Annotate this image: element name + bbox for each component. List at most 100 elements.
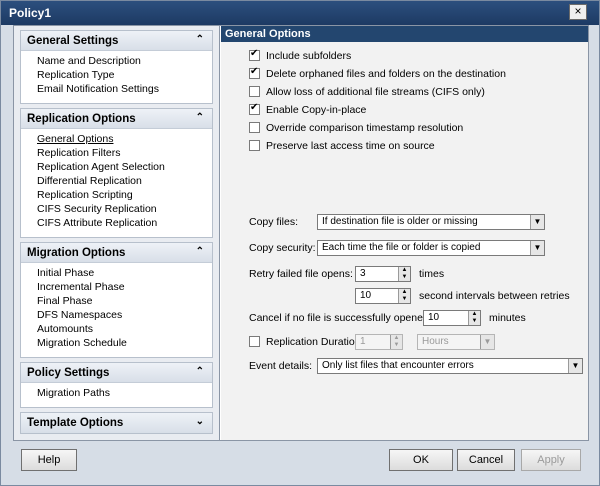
checkbox-box[interactable] [249,48,260,61]
cancel-button[interactable]: Cancel [457,449,515,471]
preserve-access-time-checkbox[interactable]: Preserve last access time on source [249,140,435,156]
sidebar-item-dfs-namespaces[interactable]: DFS Namespaces [21,309,212,323]
section-header[interactable]: Policy Settings ⌃ [21,363,212,383]
section-title: Policy Settings [27,367,110,379]
retry-times-unit: times [419,268,445,280]
event-details-select[interactable]: Only list files that encounter errors ▼ [317,358,583,374]
sidebar-item-migration-schedule[interactable]: Migration Schedule [21,337,212,351]
expand-chevron-icon[interactable]: ⌄ [196,416,204,427]
select-value: Each time the file or folder is copied [322,242,481,253]
dropdown-arrow-icon[interactable]: ▼ [530,241,544,255]
collapse-chevron-icon[interactable]: ⌃ [196,246,204,257]
retry-interval-stepper[interactable]: 10 ▲ ▼ [355,288,411,304]
section-title: Migration Options [27,247,126,259]
checkbox-box[interactable] [249,66,260,79]
retry-times-stepper[interactable]: 3 ▲ ▼ [355,266,411,282]
include-subfolders-checkbox[interactable]: Include subfolders [249,48,352,66]
section-template-options: Template Options ⌄ [20,412,213,434]
stepper-value: 10 [428,312,440,323]
sidebar-item-name-and-description[interactable]: Name and Description [21,55,212,69]
dropdown-arrow-icon[interactable]: ▼ [568,359,582,373]
ok-button[interactable]: OK [389,449,453,471]
section-title: Template Options [27,417,124,429]
checkbox-label: Override comparison timestamp resolution [266,122,464,134]
enable-copy-in-place-checkbox[interactable]: Enable Copy-in-place [249,102,367,120]
stepper-value: 10 [360,290,372,301]
sidebar-item-initial-phase[interactable]: Initial Phase [21,267,212,281]
copy-security-select[interactable]: Each time the file or folder is copied ▼ [317,240,545,256]
help-button[interactable]: Help [21,449,77,471]
checkbox-label: Replication Duration [266,336,361,348]
cancel-label: Cancel if no file is successfully opened… [249,312,440,324]
stepper-arrows-icon[interactable]: ▲ ▼ [398,267,410,281]
copy-security-label: Copy security: [249,242,316,254]
checkbox-label: Include subfolders [266,50,352,62]
checkbox-box[interactable] [249,122,260,133]
select-value: Only list files that encounter errors [322,360,474,371]
replication-duration-checkbox[interactable]: Replication Duration [249,336,361,352]
checkbox-box[interactable] [249,140,260,151]
duration-unit-select[interactable]: Hours ▼ [417,334,495,350]
collapse-chevron-icon[interactable]: ⌃ [196,34,204,45]
sidebar-item-replication-type[interactable]: Replication Type [21,69,212,83]
dropdown-arrow-icon[interactable]: ▼ [480,335,494,349]
sidebar-item-general-options[interactable]: General Options [21,133,212,147]
checkbox-box[interactable] [249,86,260,97]
checkbox-label: Allow loss of additional file streams (C… [266,86,485,98]
select-value: If destination file is older or missing [322,216,478,227]
stepper-arrows-icon[interactable]: ▲ ▼ [468,311,480,325]
stepper-arrows-icon[interactable]: ▲ ▼ [398,289,410,303]
dialog-content: General Settings ⌃ Name and Description … [13,25,589,441]
dropdown-arrow-icon[interactable]: ▼ [530,215,544,229]
stepper-value: 3 [360,268,366,279]
collapse-chevron-icon[interactable]: ⌃ [196,366,204,377]
sidebar-item-replication-scripting[interactable]: Replication Scripting [21,189,212,203]
checkbox-label: Enable Copy-in-place [266,104,367,116]
checkbox-box[interactable] [249,336,260,347]
apply-button[interactable]: Apply [521,449,581,471]
checkbox-label: Preserve last access time on source [266,140,435,152]
sidebar-item-incremental-phase[interactable]: Incremental Phase [21,281,212,295]
sidebar-item-replication-agent-selection[interactable]: Replication Agent Selection [21,161,212,175]
allow-loss-streams-checkbox[interactable]: Allow loss of additional file streams (C… [249,86,485,102]
sidebar-item-differential-replication[interactable]: Differential Replication [21,175,212,189]
section-general-settings: General Settings ⌃ Name and Description … [20,30,213,104]
override-timestamp-checkbox[interactable]: Override comparison timestamp resolution [249,122,463,138]
sidebar-item-cifs-security-replication[interactable]: CIFS Security Replication [21,203,212,217]
sidebar: General Settings ⌃ Name and Description … [14,26,220,440]
section-title: General Settings [27,35,119,47]
panel-title: General Options [221,26,588,42]
copy-files-select[interactable]: If destination file is older or missing … [317,214,545,230]
delete-orphaned-checkbox[interactable]: Delete orphaned files and folders on the… [249,66,506,84]
duration-value-stepper[interactable]: 1 ▲ ▼ [355,334,403,350]
title-bar: Policy1 × [1,1,599,25]
section-header[interactable]: Template Options ⌄ [21,413,212,433]
policy-window: Policy1 × General Settings ⌃ Name and De… [0,0,600,486]
section-header[interactable]: Migration Options ⌃ [21,243,212,263]
retry-interval-unit: second intervals between retries [419,290,570,302]
window-title: Policy1 [9,6,52,20]
stepper-arrows-icon[interactable]: ▲ ▼ [390,335,402,349]
section-migration-options: Migration Options ⌃ Initial Phase Increm… [20,242,213,358]
sidebar-item-replication-filters[interactable]: Replication Filters [21,147,212,161]
sidebar-item-final-phase[interactable]: Final Phase [21,295,212,309]
section-header[interactable]: Replication Options ⌃ [21,109,212,129]
checkbox-box[interactable] [249,102,260,115]
checkbox-label: Delete orphaned files and folders on the… [266,68,506,80]
sidebar-item-automounts[interactable]: Automounts [21,323,212,337]
copy-files-label: Copy files: [249,216,299,228]
section-replication-options: Replication Options ⌃ General Options Re… [20,108,213,238]
select-value: Hours [422,336,449,347]
section-header[interactable]: General Settings ⌃ [21,31,212,51]
general-options-panel: General Options Include subfolders Delet… [221,26,588,440]
event-details-label: Event details: [249,360,313,372]
close-icon[interactable]: × [569,4,587,20]
collapse-chevron-icon[interactable]: ⌃ [196,112,204,123]
sidebar-item-cifs-attribute-replication[interactable]: CIFS Attribute Replication [21,217,212,231]
retry-label: Retry failed file opens: [249,268,353,280]
sidebar-item-email-notification-settings[interactable]: Email Notification Settings [21,83,212,97]
cancel-unit: minutes [489,312,526,324]
section-policy-settings: Policy Settings ⌃ Migration Paths [20,362,213,408]
cancel-minutes-stepper[interactable]: 10 ▲ ▼ [423,310,481,326]
sidebar-item-migration-paths[interactable]: Migration Paths [21,387,212,401]
